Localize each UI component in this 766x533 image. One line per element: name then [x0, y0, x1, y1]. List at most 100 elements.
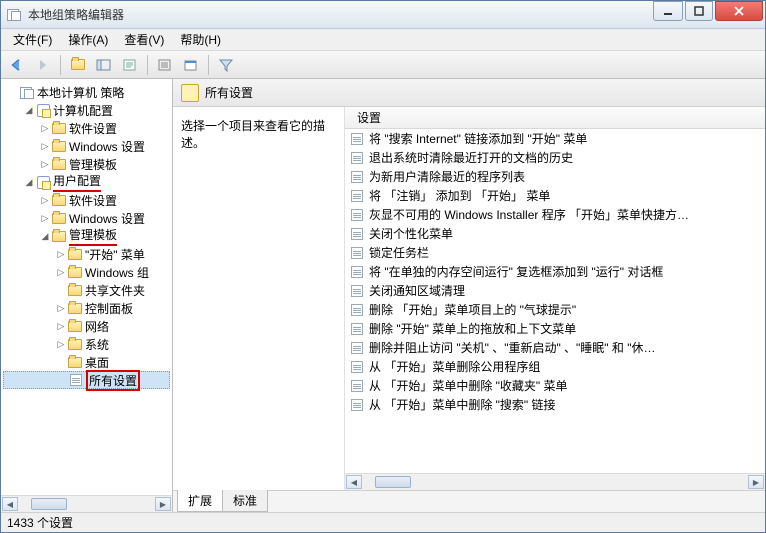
policy-tree[interactable]: 本地计算机 策略 ◢计算机配置 ▷软件设置 ▷Windows 设置 ▷管理模板 … [1, 79, 172, 495]
tree-label: 共享文件夹 [85, 282, 145, 299]
scroll-thumb[interactable] [31, 498, 67, 510]
list-item[interactable]: 退出系统时清除最近打开的文档的历史 [345, 148, 765, 167]
column-setting[interactable]: 设置 [353, 107, 385, 128]
tree-root[interactable]: 本地计算机 策略 [3, 83, 170, 101]
list-item[interactable]: 删除 "开始" 菜单上的拖放和上下文菜单 [345, 319, 765, 338]
tree-label: Windows 设置 [69, 138, 145, 155]
help-button[interactable] [179, 54, 203, 76]
folder-icon [51, 193, 67, 207]
tree-label: 控制面板 [85, 300, 133, 317]
policy-item-icon [349, 341, 365, 355]
tab-extended[interactable]: 扩展 [177, 490, 223, 512]
settings-icon [68, 373, 84, 387]
folder-icon [51, 139, 67, 153]
tree-label: 所有设置 [86, 370, 140, 391]
app-icon [7, 7, 23, 23]
folder-icon [67, 301, 83, 315]
folder-icon [67, 247, 83, 261]
minimize-button[interactable] [653, 1, 683, 21]
list-item-label: 删除 "开始" 菜单上的拖放和上下文菜单 [369, 320, 576, 337]
list-h-scrollbar[interactable]: ◀ ▶ [345, 473, 765, 490]
tree-uc-windows[interactable]: ▷Windows 设置 [3, 209, 170, 227]
scroll-right-icon[interactable]: ▶ [155, 497, 171, 511]
list-item[interactable]: 灰显不可用的 Windows Installer 程序 「开始」菜单快捷方… [345, 205, 765, 224]
tree-h-scrollbar[interactable]: ◀ ▶ [1, 495, 172, 512]
up-level-button[interactable] [66, 54, 90, 76]
list-item[interactable]: 将 "在单独的内存空间运行" 复选框添加到 "运行" 对话框 [345, 262, 765, 281]
list-item[interactable]: 删除并阻止访问 "关机" 、"重新启动" 、"睡眠" 和 "休… [345, 338, 765, 357]
list-item[interactable]: 从 「开始」菜单中删除 "收藏夹" 菜单 [345, 376, 765, 395]
tree-uc-software[interactable]: ▷软件设置 [3, 191, 170, 209]
folder-icon [67, 265, 83, 279]
list-item-label: 关闭个性化菜单 [369, 225, 453, 242]
tree-label: 管理模板 [69, 226, 117, 246]
tree-uc-desktop[interactable]: 桌面 [3, 353, 170, 371]
policy-item-icon [349, 379, 365, 393]
policy-item-icon [349, 189, 365, 203]
list-item-label: 将 "在单独的内存空间运行" 复选框添加到 "运行" 对话框 [369, 263, 663, 280]
list-item[interactable]: 锁定任务栏 [345, 243, 765, 262]
tree-uc-sys[interactable]: ▷系统 [3, 335, 170, 353]
scroll-left-icon[interactable]: ◀ [2, 497, 18, 511]
tree-cc-admin[interactable]: ▷管理模板 [3, 155, 170, 173]
tree-label: 软件设置 [69, 192, 117, 209]
settings-list-panel: 设置 将 "搜索 Internet" 链接添加到 "开始" 菜单退出系统时清除最… [345, 107, 765, 490]
close-button[interactable] [715, 1, 763, 21]
folder-icon [51, 121, 67, 135]
settings-list[interactable]: 将 "搜索 Internet" 链接添加到 "开始" 菜单退出系统时清除最近打开… [345, 129, 765, 473]
nav-forward-button[interactable] [31, 54, 55, 76]
list-header[interactable]: 设置 [345, 107, 765, 129]
tree-label: 网络 [85, 318, 109, 335]
tree-uc-wincomp[interactable]: ▷Windows 组 [3, 263, 170, 281]
toolbar-separator [60, 55, 61, 75]
folder-icon [67, 355, 83, 369]
tree-uc-all-settings[interactable]: 所有设置 [3, 371, 170, 389]
tree-label: 软件设置 [69, 120, 117, 137]
refresh-button[interactable] [153, 54, 177, 76]
tree-user-config[interactable]: ◢用户配置 [3, 173, 170, 191]
nav-back-button[interactable] [5, 54, 29, 76]
list-item[interactable]: 将 "搜索 Internet" 链接添加到 "开始" 菜单 [345, 129, 765, 148]
menu-file[interactable]: 文件(F) [5, 29, 60, 50]
list-item[interactable]: 删除 「开始」菜单项目上的 "气球提示" [345, 300, 765, 319]
tree-cc-software[interactable]: ▷软件设置 [3, 119, 170, 137]
scroll-right-icon[interactable]: ▶ [748, 475, 764, 489]
tree-uc-cpl[interactable]: ▷控制面板 [3, 299, 170, 317]
tree-cc-windows[interactable]: ▷Windows 设置 [3, 137, 170, 155]
menu-view[interactable]: 查看(V) [116, 29, 172, 50]
description-panel: 选择一个项目来查看它的描述。 [173, 107, 345, 490]
tree-uc-admin[interactable]: ◢管理模板 [3, 227, 170, 245]
details-title: 所有设置 [205, 84, 253, 101]
details-body: 选择一个项目来查看它的描述。 设置 将 "搜索 Internet" 链接添加到 … [173, 107, 765, 490]
policy-item-icon [349, 360, 365, 374]
scroll-thumb[interactable] [375, 476, 411, 488]
list-item[interactable]: 关闭个性化菜单 [345, 224, 765, 243]
menu-help[interactable]: 帮助(H) [172, 29, 229, 50]
policy-item-icon [349, 132, 365, 146]
tree-uc-startmenu[interactable]: ▷"开始" 菜单 [3, 245, 170, 263]
toolbar [1, 51, 765, 79]
toolbar-separator [147, 55, 148, 75]
window-title: 本地组策略编辑器 [28, 6, 653, 23]
menu-action[interactable]: 操作(A) [60, 29, 116, 50]
folder-icon [67, 283, 83, 297]
list-item-label: 从 「开始」菜单中删除 "收藏夹" 菜单 [369, 377, 568, 394]
filter-button[interactable] [214, 54, 238, 76]
list-item[interactable]: 从 「开始」菜单删除公用程序组 [345, 357, 765, 376]
app-window: 本地组策略编辑器 文件(F) 操作(A) 查看(V) 帮助(H) 本地计算机 策… [0, 0, 766, 533]
tree-uc-net[interactable]: ▷网络 [3, 317, 170, 335]
list-item-label: 删除并阻止访问 "关机" 、"重新启动" 、"睡眠" 和 "休… [369, 339, 656, 356]
tree-computer-config[interactable]: ◢计算机配置 [3, 101, 170, 119]
scroll-left-icon[interactable]: ◀ [346, 475, 362, 489]
list-item[interactable]: 从 「开始」菜单中删除 "搜索" 链接 [345, 395, 765, 414]
show-hide-tree-button[interactable] [92, 54, 116, 76]
export-list-button[interactable] [118, 54, 142, 76]
tab-standard[interactable]: 标准 [222, 490, 268, 512]
list-item[interactable]: 将 「注销」 添加到 「开始」 菜单 [345, 186, 765, 205]
status-text: 1433 个设置 [7, 514, 73, 531]
tree-uc-share[interactable]: 共享文件夹 [3, 281, 170, 299]
list-item[interactable]: 为新用户清除最近的程序列表 [345, 167, 765, 186]
tree-label: Windows 组 [85, 264, 149, 281]
maximize-button[interactable] [685, 1, 713, 21]
list-item[interactable]: 关闭通知区域清理 [345, 281, 765, 300]
